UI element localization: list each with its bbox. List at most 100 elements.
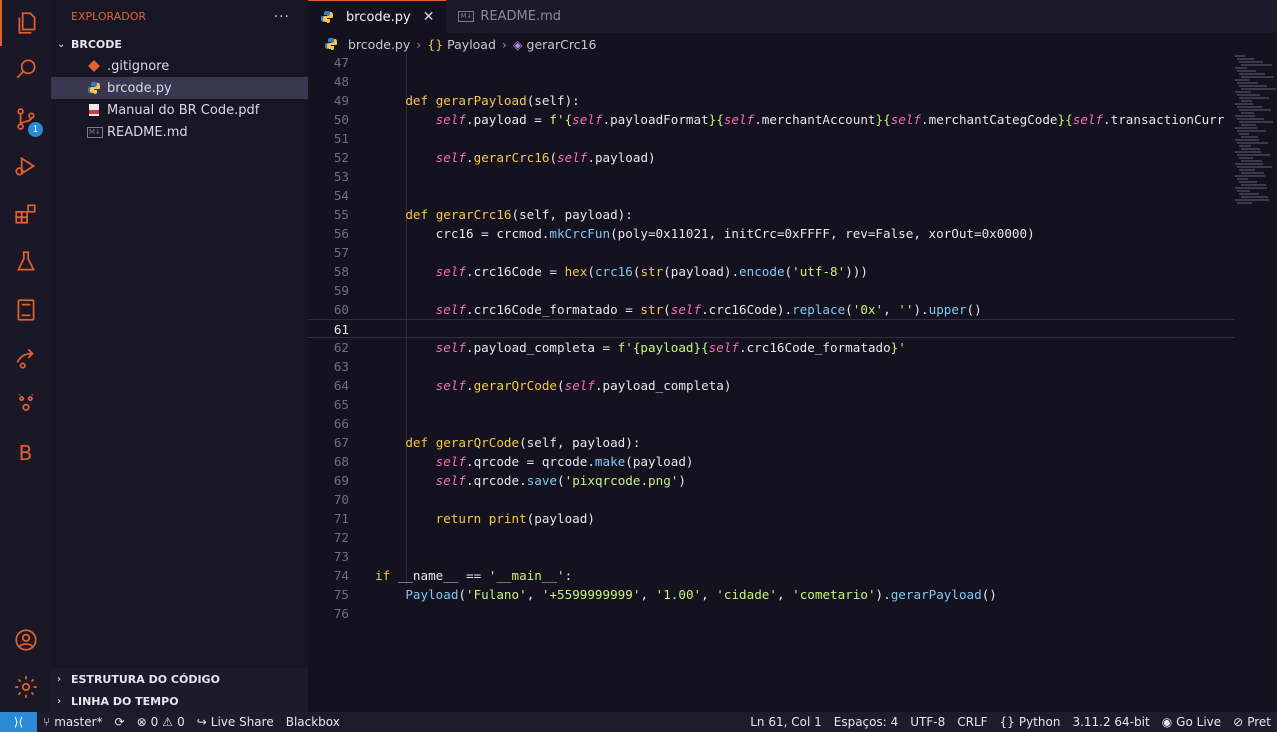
code-line[interactable]: 52 self.gerarCrc16(self.payload) — [308, 148, 1235, 167]
live-share-icon[interactable] — [0, 335, 51, 381]
code-line[interactable]: 61 — [308, 319, 1235, 338]
source-control-icon[interactable]: 1 — [0, 96, 51, 142]
file-brcode-py[interactable]: brcode.py — [51, 77, 308, 99]
tab-bar: brcode.py ✕ M↓ README.md — [308, 0, 1277, 33]
search-icon[interactable] — [0, 46, 51, 92]
prettier[interactable]: ⊘ Pret — [1227, 715, 1277, 729]
code-line[interactable]: 55 def gerarCrc16(self, payload): — [308, 205, 1235, 224]
code-line[interactable]: 68 self.qrcode = qrcode.make(payload) — [308, 452, 1235, 471]
file-gitignore[interactable]: .gitignore — [51, 55, 308, 77]
file-readme-md[interactable]: M↓ README.md — [51, 121, 308, 143]
minimap-line — [1237, 166, 1272, 168]
breadcrumb-class[interactable]: Payload — [447, 37, 496, 52]
blackbox-item[interactable]: Blackbox — [280, 715, 346, 729]
code-line[interactable]: 75 Payload('Fulano', '+5599999999', '1.0… — [308, 585, 1235, 604]
testing-icon[interactable] — [0, 239, 51, 285]
code-line[interactable]: 50 self.payload = f'{self.payloadFormat}… — [308, 110, 1235, 129]
line-text: self.crc16Code = hex(crc16(str(payload).… — [435, 264, 868, 279]
python-icon — [87, 81, 107, 95]
run-debug-icon[interactable] — [0, 143, 51, 189]
indentation[interactable]: Espaços: 4 — [828, 715, 905, 729]
minimap-line — [1237, 154, 1270, 156]
code-line[interactable]: 62 self.payload_completa = f'{payload}{s… — [308, 338, 1235, 357]
remote-explorer-icon[interactable] — [0, 287, 51, 333]
cursor-position[interactable]: Ln 61, Col 1 — [744, 715, 828, 729]
code-line[interactable]: 58 self.crc16Code = hex(crc16(str(payloa… — [308, 262, 1235, 281]
remote-indicator-icon[interactable]: ⟩⟨ — [0, 712, 37, 732]
code-line[interactable]: 53 — [308, 167, 1235, 186]
code-editor[interactable]: 47 48 49 def gerarPayload(self): 50 self.pa… — [308, 53, 1235, 623]
minimap-line — [1239, 193, 1259, 195]
extensions-icon[interactable] — [0, 191, 51, 237]
minimap-line — [1239, 61, 1263, 63]
more-actions-icon[interactable]: ··· — [274, 9, 290, 25]
breadcrumb-file[interactable]: brcode.py — [348, 37, 410, 52]
code-line[interactable]: 56 crc16 = crcmod.mkCrcFun(poly=0x11021,… — [308, 224, 1235, 243]
tab-brcode-py[interactable]: brcode.py ✕ — [308, 0, 447, 33]
line-number: 56 — [333, 226, 349, 241]
minimap-line — [1237, 106, 1262, 108]
breadcrumb: brcode.py › {} Payload › ◈ gerarCrc16 — [308, 33, 1277, 55]
code-line[interactable]: 65 — [308, 395, 1235, 414]
explorer-icon[interactable] — [0, 0, 51, 46]
code-line[interactable]: 74 if __name__ == '__main__': — [308, 566, 1235, 585]
line-number: 51 — [333, 131, 349, 146]
class-icon: {} — [427, 36, 444, 52]
line-number: 59 — [333, 283, 349, 298]
interpreter[interactable]: 3.11.2 64-bit — [1066, 715, 1155, 729]
account-icon[interactable] — [0, 617, 51, 663]
code-line[interactable]: 59 — [308, 281, 1235, 300]
code-line[interactable]: 66 — [308, 414, 1235, 433]
live-share-item[interactable]: ↪ Live Share — [191, 715, 280, 729]
branch-item[interactable]: ⑂ master* — [37, 715, 109, 729]
code-line[interactable]: 72 — [308, 528, 1235, 547]
code-line[interactable]: 54 — [308, 186, 1235, 205]
copilot-icon[interactable] — [0, 380, 51, 426]
line-number: 55 — [333, 207, 349, 222]
outline-section[interactable]: › ESTRUTURA DO CÓDIGO — [51, 668, 308, 690]
go-live[interactable]: ◉ Go Live — [1156, 715, 1227, 729]
file-label: README.md — [107, 124, 188, 140]
code-line[interactable]: 64 self.gerarQrCode(self.payload_complet… — [308, 376, 1235, 395]
code-line[interactable]: 70 — [308, 490, 1235, 509]
code-line[interactable]: 48 — [308, 72, 1235, 91]
settings-gear-icon[interactable] — [0, 664, 51, 710]
problems-item[interactable]: ⊗ 0 ⚠ 0 — [131, 715, 191, 729]
explorer-header: EXPLORADOR ··· — [51, 0, 308, 33]
code-line[interactable]: 69 self.qrcode.save('pixqrcode.png') — [308, 471, 1235, 490]
minimap[interactable] — [1235, 55, 1276, 215]
timeline-section[interactable]: › LINHA DO TEMPO — [51, 690, 308, 712]
code-line[interactable]: 60 self.crc16Code_formatado = str(self.c… — [308, 300, 1235, 319]
encoding[interactable]: UTF-8 — [904, 715, 951, 729]
code-line[interactable]: 73 — [308, 547, 1235, 566]
minimap-line — [1235, 187, 1267, 189]
code-line[interactable]: 67 def gerarQrCode(self, payload): — [308, 433, 1235, 452]
sync-icon[interactable]: ⟳ — [109, 715, 131, 729]
line-text: if __name__ == '__main__': — [375, 568, 573, 583]
blocked-icon: ⊘ — [1233, 715, 1244, 729]
minimap-line — [1235, 175, 1265, 177]
minimap-line — [1235, 127, 1257, 129]
code-line[interactable]: 76 — [308, 604, 1235, 623]
minimap-line — [1235, 199, 1269, 201]
broadcast-icon: ◉ — [1161, 715, 1173, 729]
breadcrumb-method[interactable]: gerarCrc16 — [527, 37, 597, 52]
line-number: 49 — [333, 93, 349, 108]
language-mode[interactable]: {} Python — [994, 715, 1067, 729]
code-line[interactable]: 57 — [308, 243, 1235, 262]
line-number: 62 — [333, 340, 349, 355]
method-icon: ◈ — [512, 36, 523, 52]
code-line[interactable]: 49 def gerarPayload(self): — [308, 91, 1235, 110]
code-line[interactable]: 71 return print(payload) — [308, 509, 1235, 528]
close-icon[interactable]: ✕ — [423, 9, 435, 25]
tab-readme-md[interactable]: M↓ README.md — [446, 0, 573, 33]
blackbox-letter-icon[interactable]: B — [0, 430, 51, 476]
code-line[interactable]: 47 — [308, 53, 1235, 72]
code-line[interactable]: 63 — [308, 357, 1235, 376]
code-line[interactable]: 51 — [308, 129, 1235, 148]
folder-brcode[interactable]: ⌄ BRCODE — [51, 33, 308, 55]
line-number: 67 — [333, 435, 349, 450]
end-of-line[interactable]: CRLF — [951, 715, 993, 729]
file-manual-pdf[interactable]: Manual do BR Code.pdf — [51, 99, 308, 121]
line-number: 75 — [333, 587, 349, 602]
